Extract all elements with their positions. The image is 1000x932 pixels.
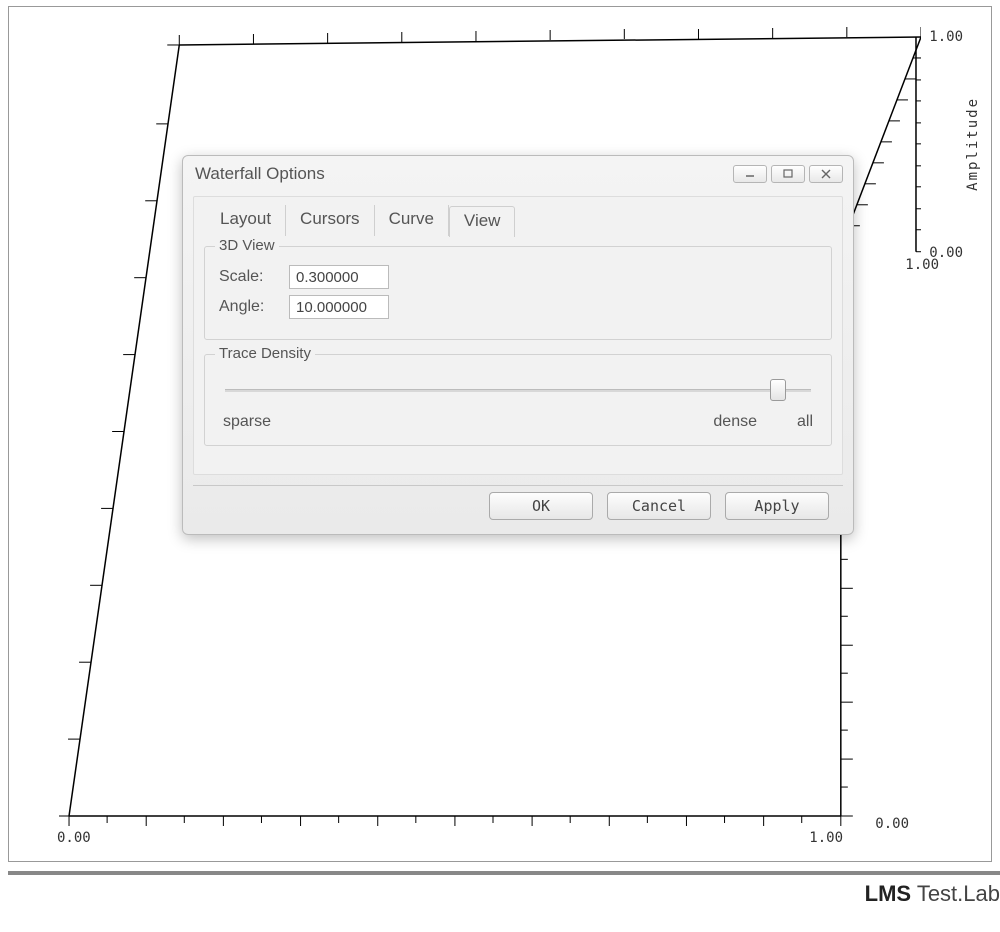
- maximize-icon: [782, 169, 794, 179]
- x-min-label: 0.00: [57, 830, 91, 846]
- tab-curve[interactable]: Curve: [375, 205, 449, 236]
- angle-input[interactable]: [289, 295, 389, 319]
- ok-button[interactable]: OK: [489, 492, 593, 520]
- group-3d-view: 3D View Scale: Angle:: [204, 246, 832, 340]
- maximize-button[interactable]: [771, 165, 805, 183]
- cancel-button[interactable]: Cancel: [607, 492, 711, 520]
- density-slider[interactable]: [225, 377, 811, 411]
- apply-button[interactable]: Apply: [725, 492, 829, 520]
- tab-layout[interactable]: Layout: [206, 205, 286, 236]
- minimize-icon: [744, 169, 756, 179]
- angle-label: Angle:: [219, 298, 275, 316]
- group-trace-density: Trace Density sparse dense all: [204, 354, 832, 446]
- density-max-label: all: [797, 413, 813, 431]
- z-min-label: 0.00: [875, 816, 909, 832]
- dialog-title: Waterfall Options: [195, 164, 325, 184]
- y-axis-label: Amplitude: [965, 97, 981, 191]
- slider-track: [225, 389, 811, 392]
- y-max-label: 1.00: [929, 29, 963, 45]
- tab-cursors[interactable]: Cursors: [286, 205, 375, 236]
- close-button[interactable]: [809, 165, 843, 183]
- minimize-button[interactable]: [733, 165, 767, 183]
- waterfall-options-dialog: Waterfall Options Layout Cursors Curve V…: [182, 155, 854, 535]
- dialog-titlebar[interactable]: Waterfall Options: [183, 156, 853, 190]
- tab-bar: Layout Cursors Curve View: [204, 205, 832, 236]
- close-icon: [820, 169, 832, 179]
- slider-thumb[interactable]: [770, 379, 786, 401]
- x-max-label: 1.00: [809, 830, 843, 846]
- group-3d-view-legend: 3D View: [215, 237, 279, 254]
- density-mid-label: dense: [713, 413, 757, 431]
- density-min-label: sparse: [223, 413, 271, 431]
- tab-view[interactable]: View: [449, 206, 516, 237]
- footer-brand-rest: Test.Lab: [911, 881, 1000, 906]
- footer-brand-bold: LMS: [865, 881, 911, 906]
- scale-label: Scale:: [219, 268, 275, 286]
- scale-input[interactable]: [289, 265, 389, 289]
- footer-brand: LMS Test.Lab: [8, 871, 1000, 907]
- y-min-label: 0.00: [929, 245, 963, 261]
- group-trace-density-legend: Trace Density: [215, 345, 315, 362]
